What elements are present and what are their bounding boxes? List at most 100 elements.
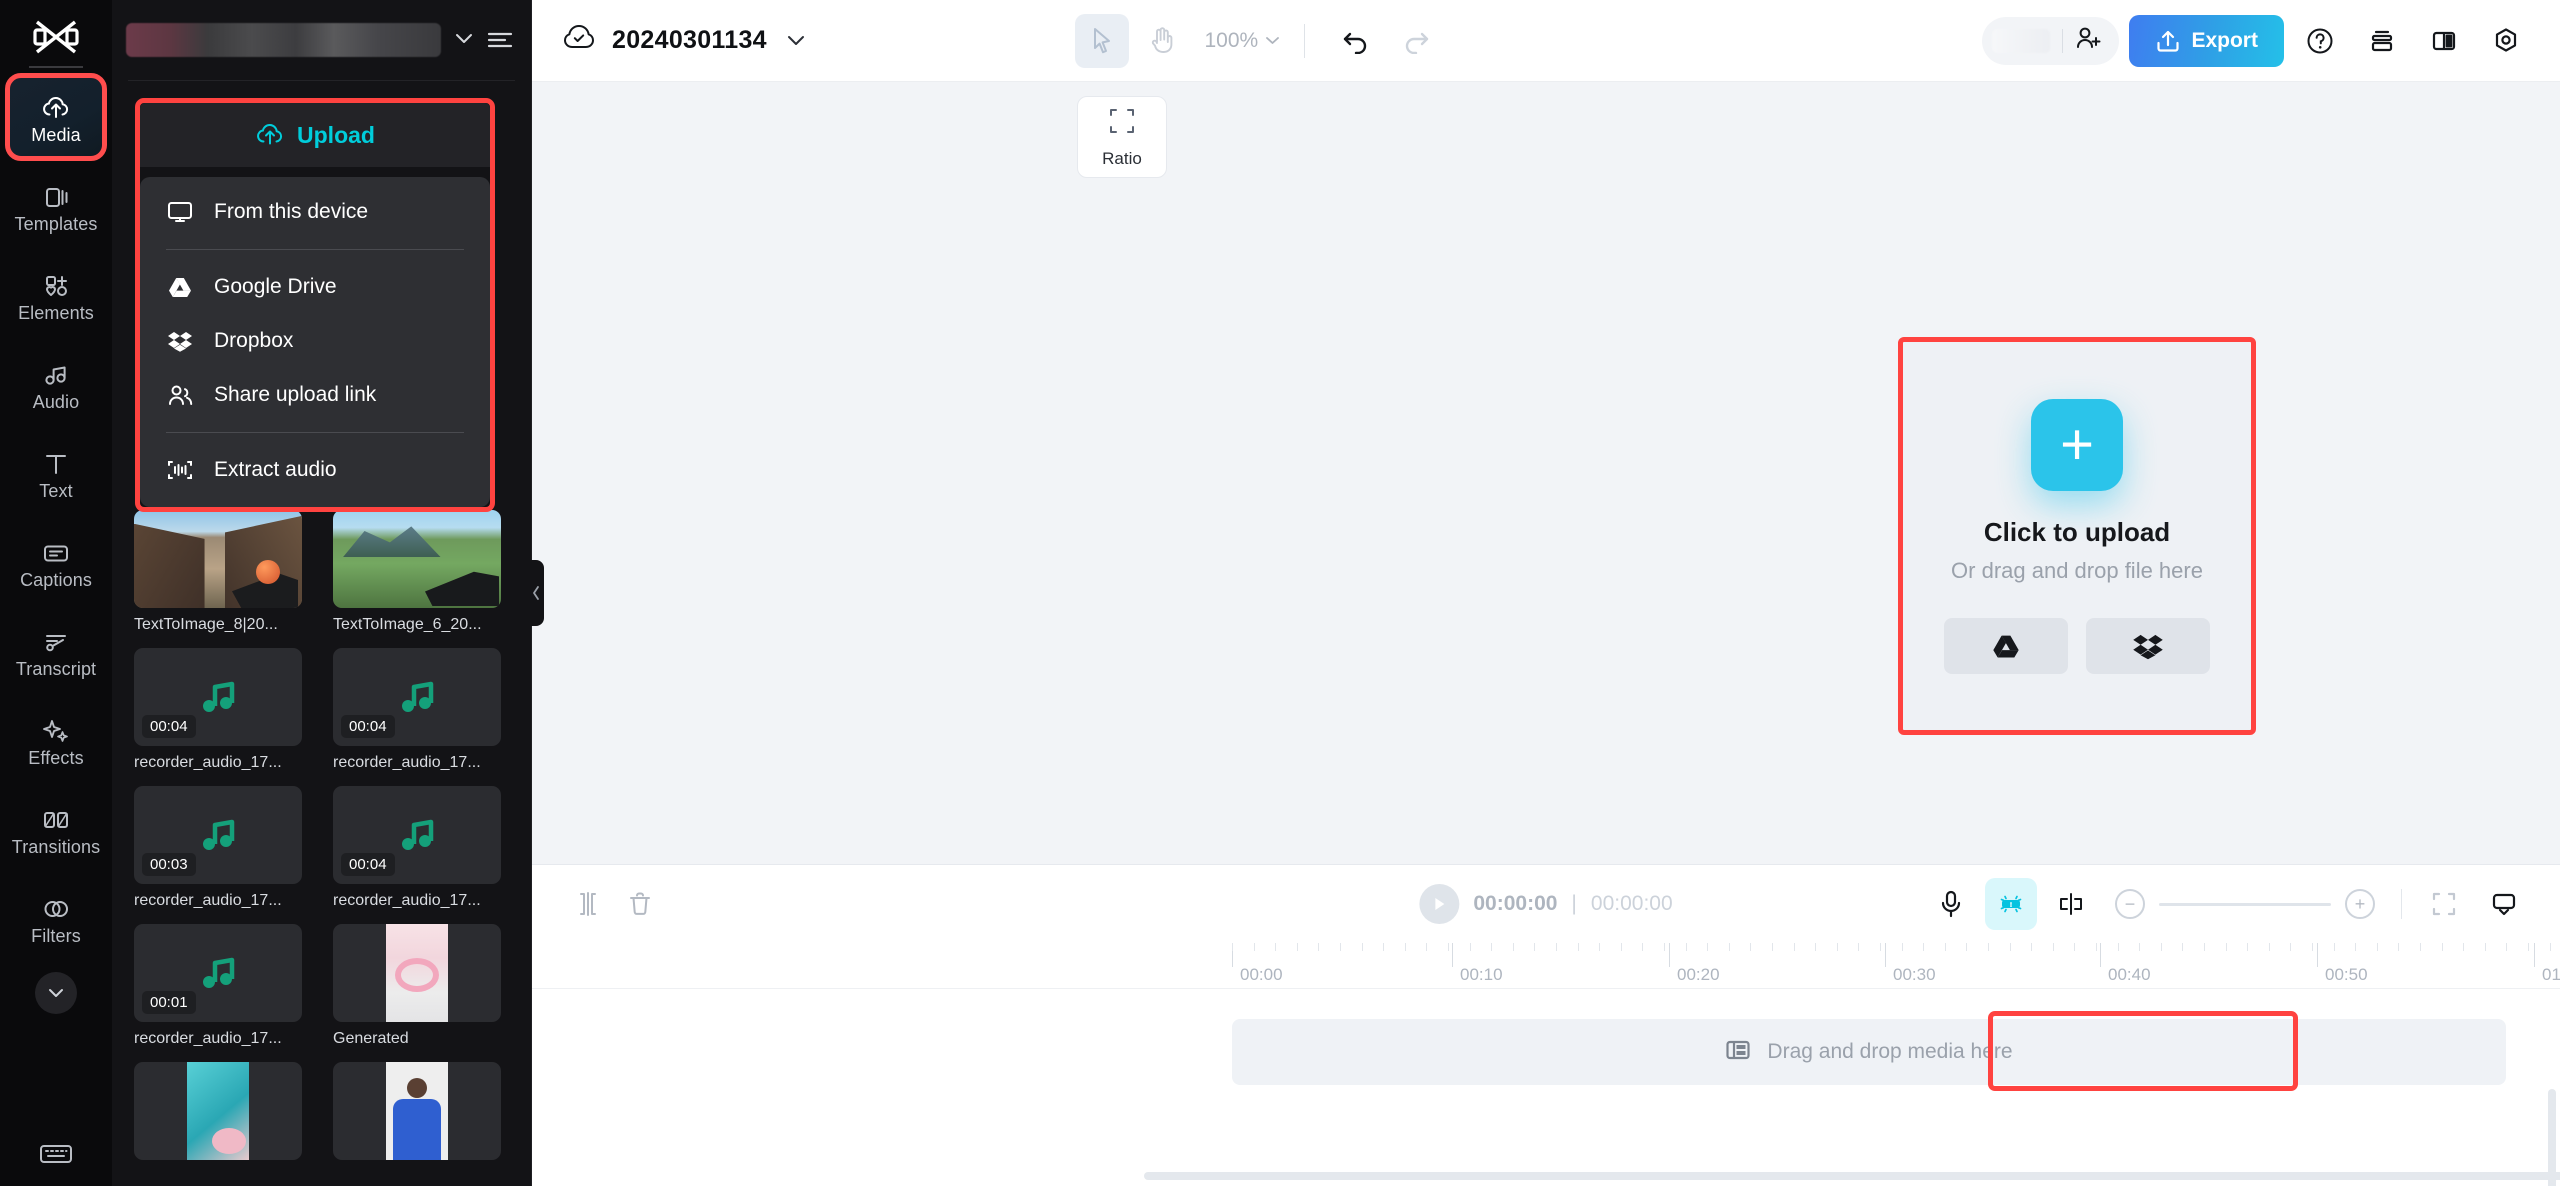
redo-button[interactable] <box>1389 14 1443 68</box>
media-item[interactable]: 00:04 recorder_audio_17... <box>333 786 501 910</box>
media-duration-badge: 00:04 <box>341 853 395 876</box>
media-item[interactable]: 00:04 recorder_audio_17... <box>134 648 302 772</box>
timeline-ruler[interactable]: 00:00 00:10 00:20 00:30 00:40 00:50 01:0… <box>532 943 2560 989</box>
title-chevron-icon[interactable] <box>787 31 805 51</box>
mirror-button[interactable] <box>2045 878 2097 930</box>
sidebar-item-label: Transcript <box>16 660 96 678</box>
google-drive-upload-button[interactable] <box>1944 618 2068 674</box>
ratio-button[interactable]: Ratio <box>1077 96 1167 178</box>
ruler-minor-tick <box>1664 943 1665 951</box>
media-thumbnail[interactable]: 00:04 <box>134 648 302 746</box>
play-button[interactable] <box>1419 884 1459 924</box>
undo-button[interactable] <box>1329 14 1383 68</box>
media-thumbnail[interactable]: 00:04 <box>333 648 501 746</box>
fit-to-screen-button[interactable] <box>2418 878 2470 930</box>
media-item[interactable]: TextToImage_6_20... <box>333 510 501 634</box>
sidebar-more-button[interactable] <box>35 972 77 1014</box>
keyboard-shortcuts-button[interactable] <box>0 1142 112 1166</box>
media-item[interactable]: TextToImage_8|20... <box>134 510 302 634</box>
zoom-level-dropdown[interactable]: 100% <box>1205 29 1281 53</box>
media-item[interactable]: 00:04 recorder_audio_17... <box>333 648 501 772</box>
question-circle-icon <box>2305 26 2335 56</box>
ruler-minor-tick <box>1275 943 1276 951</box>
upload-button-label: Upload <box>297 122 375 149</box>
project-space-chip[interactable] <box>126 23 441 57</box>
record-voiceover-button[interactable] <box>1925 878 1977 930</box>
click-to-upload-dropzone[interactable]: + Click to upload Or drag and drop file … <box>1903 342 2251 730</box>
media-thumbnail[interactable]: 00:01 <box>134 924 302 1022</box>
select-tool-button[interactable] <box>1075 14 1129 68</box>
media-thumbnail[interactable] <box>333 1062 501 1160</box>
zoom-slider[interactable] <box>2159 903 2331 906</box>
media-item[interactable] <box>134 1062 302 1168</box>
media-thumbnail[interactable] <box>333 510 501 608</box>
media-thumbnail[interactable]: 00:04 <box>333 786 501 884</box>
media-thumbnail[interactable] <box>134 1062 302 1160</box>
menu-item-dropbox[interactable]: Dropbox <box>140 314 490 368</box>
hand-tool-button[interactable] <box>1135 14 1189 68</box>
timeline-vertical-scrollbar[interactable] <box>2548 1089 2556 1186</box>
media-item[interactable]: Generated <box>333 924 501 1048</box>
collaborators-pill[interactable] <box>1982 17 2119 65</box>
monitor-icon <box>166 200 194 224</box>
layers-button[interactable] <box>2356 15 2408 67</box>
drag-drop-media-track[interactable]: Drag and drop media here <box>1232 1019 2506 1085</box>
menu-item-share-upload-link[interactable]: Share upload link <box>140 368 490 422</box>
ruler-minor-tick <box>1642 943 1643 951</box>
ruler-minor-tick <box>1362 943 1363 951</box>
upload-button[interactable]: Upload <box>140 103 490 167</box>
menu-item-extract-audio[interactable]: Extract audio <box>140 443 490 497</box>
sidebar-item-transcript[interactable]: Transcript <box>10 612 102 690</box>
time-separator: | <box>1571 892 1576 916</box>
extract-audio-icon <box>166 458 194 482</box>
enhance-voice-button[interactable] <box>1985 878 2037 930</box>
help-button[interactable] <box>2294 15 2346 67</box>
sidebar-item-text[interactable]: Text <box>10 434 102 512</box>
media-thumbnail[interactable] <box>333 924 501 1022</box>
ruler-minor-tick <box>1772 943 1773 951</box>
dropzone-title: Click to upload <box>1984 517 2170 548</box>
media-item[interactable]: 00:01 recorder_audio_17... <box>134 924 302 1048</box>
add-person-icon[interactable] <box>2075 25 2103 56</box>
media-thumbnail[interactable] <box>134 510 302 608</box>
ruler-tick: 00:40 <box>2100 943 2101 967</box>
settings-gear-icon <box>2491 26 2521 56</box>
media-item[interactable]: 00:03 recorder_audio_17... <box>134 786 302 910</box>
dropzone-subtitle: Or drag and drop file here <box>1951 558 2203 584</box>
dropbox-icon <box>2132 631 2164 661</box>
zoom-in-button[interactable]: + <box>2345 889 2375 919</box>
split-view-button[interactable] <box>2418 15 2470 67</box>
export-button[interactable]: Export <box>2129 15 2284 67</box>
plus-icon[interactable]: + <box>2031 399 2123 491</box>
sidebar-item-audio[interactable]: Audio <box>10 345 102 423</box>
delete-button[interactable] <box>614 878 666 930</box>
filters-circle-icon <box>41 892 71 922</box>
ruler-minor-tick <box>1578 943 1579 951</box>
list-menu-icon[interactable] <box>487 30 513 50</box>
menu-item-from-this-device[interactable]: From this device <box>140 185 490 239</box>
menu-item-google-drive[interactable]: Google Drive <box>140 260 490 314</box>
sidebar-item-templates[interactable]: Templates <box>10 167 102 245</box>
sidebar-item-transitions[interactable]: Transitions <box>10 790 102 868</box>
settings-button[interactable] <box>2480 15 2532 67</box>
media-item[interactable] <box>333 1062 501 1168</box>
media-thumbnail[interactable]: 00:03 <box>134 786 302 884</box>
project-cloud-status[interactable]: 20240301134 <box>562 23 805 58</box>
display-options-button[interactable] <box>2478 878 2530 930</box>
music-note-icon <box>196 813 240 857</box>
sidebar-item-media[interactable]: Media <box>10 78 102 156</box>
sidebar-item-effects[interactable]: Effects <box>10 701 102 779</box>
zoom-out-button[interactable]: − <box>2115 889 2145 919</box>
timeline-horizontal-scrollbar[interactable] <box>1144 1172 2560 1180</box>
capcut-logo-icon[interactable] <box>28 14 84 60</box>
project-space-chevron[interactable] <box>451 31 477 49</box>
sidebar-item-label: Captions <box>20 571 92 589</box>
split-button[interactable] <box>562 878 614 930</box>
sidebar-item-filters[interactable]: Filters <box>10 879 102 957</box>
dropbox-upload-button[interactable] <box>2086 618 2210 674</box>
sidebar-item-captions[interactable]: Captions <box>10 523 102 601</box>
panel-collapse-handle[interactable] <box>528 560 544 626</box>
cloud-check-icon <box>562 23 596 58</box>
sidebar-item-elements[interactable]: Elements <box>10 256 102 334</box>
media-item-name: recorder_audio_17... <box>134 1030 302 1048</box>
